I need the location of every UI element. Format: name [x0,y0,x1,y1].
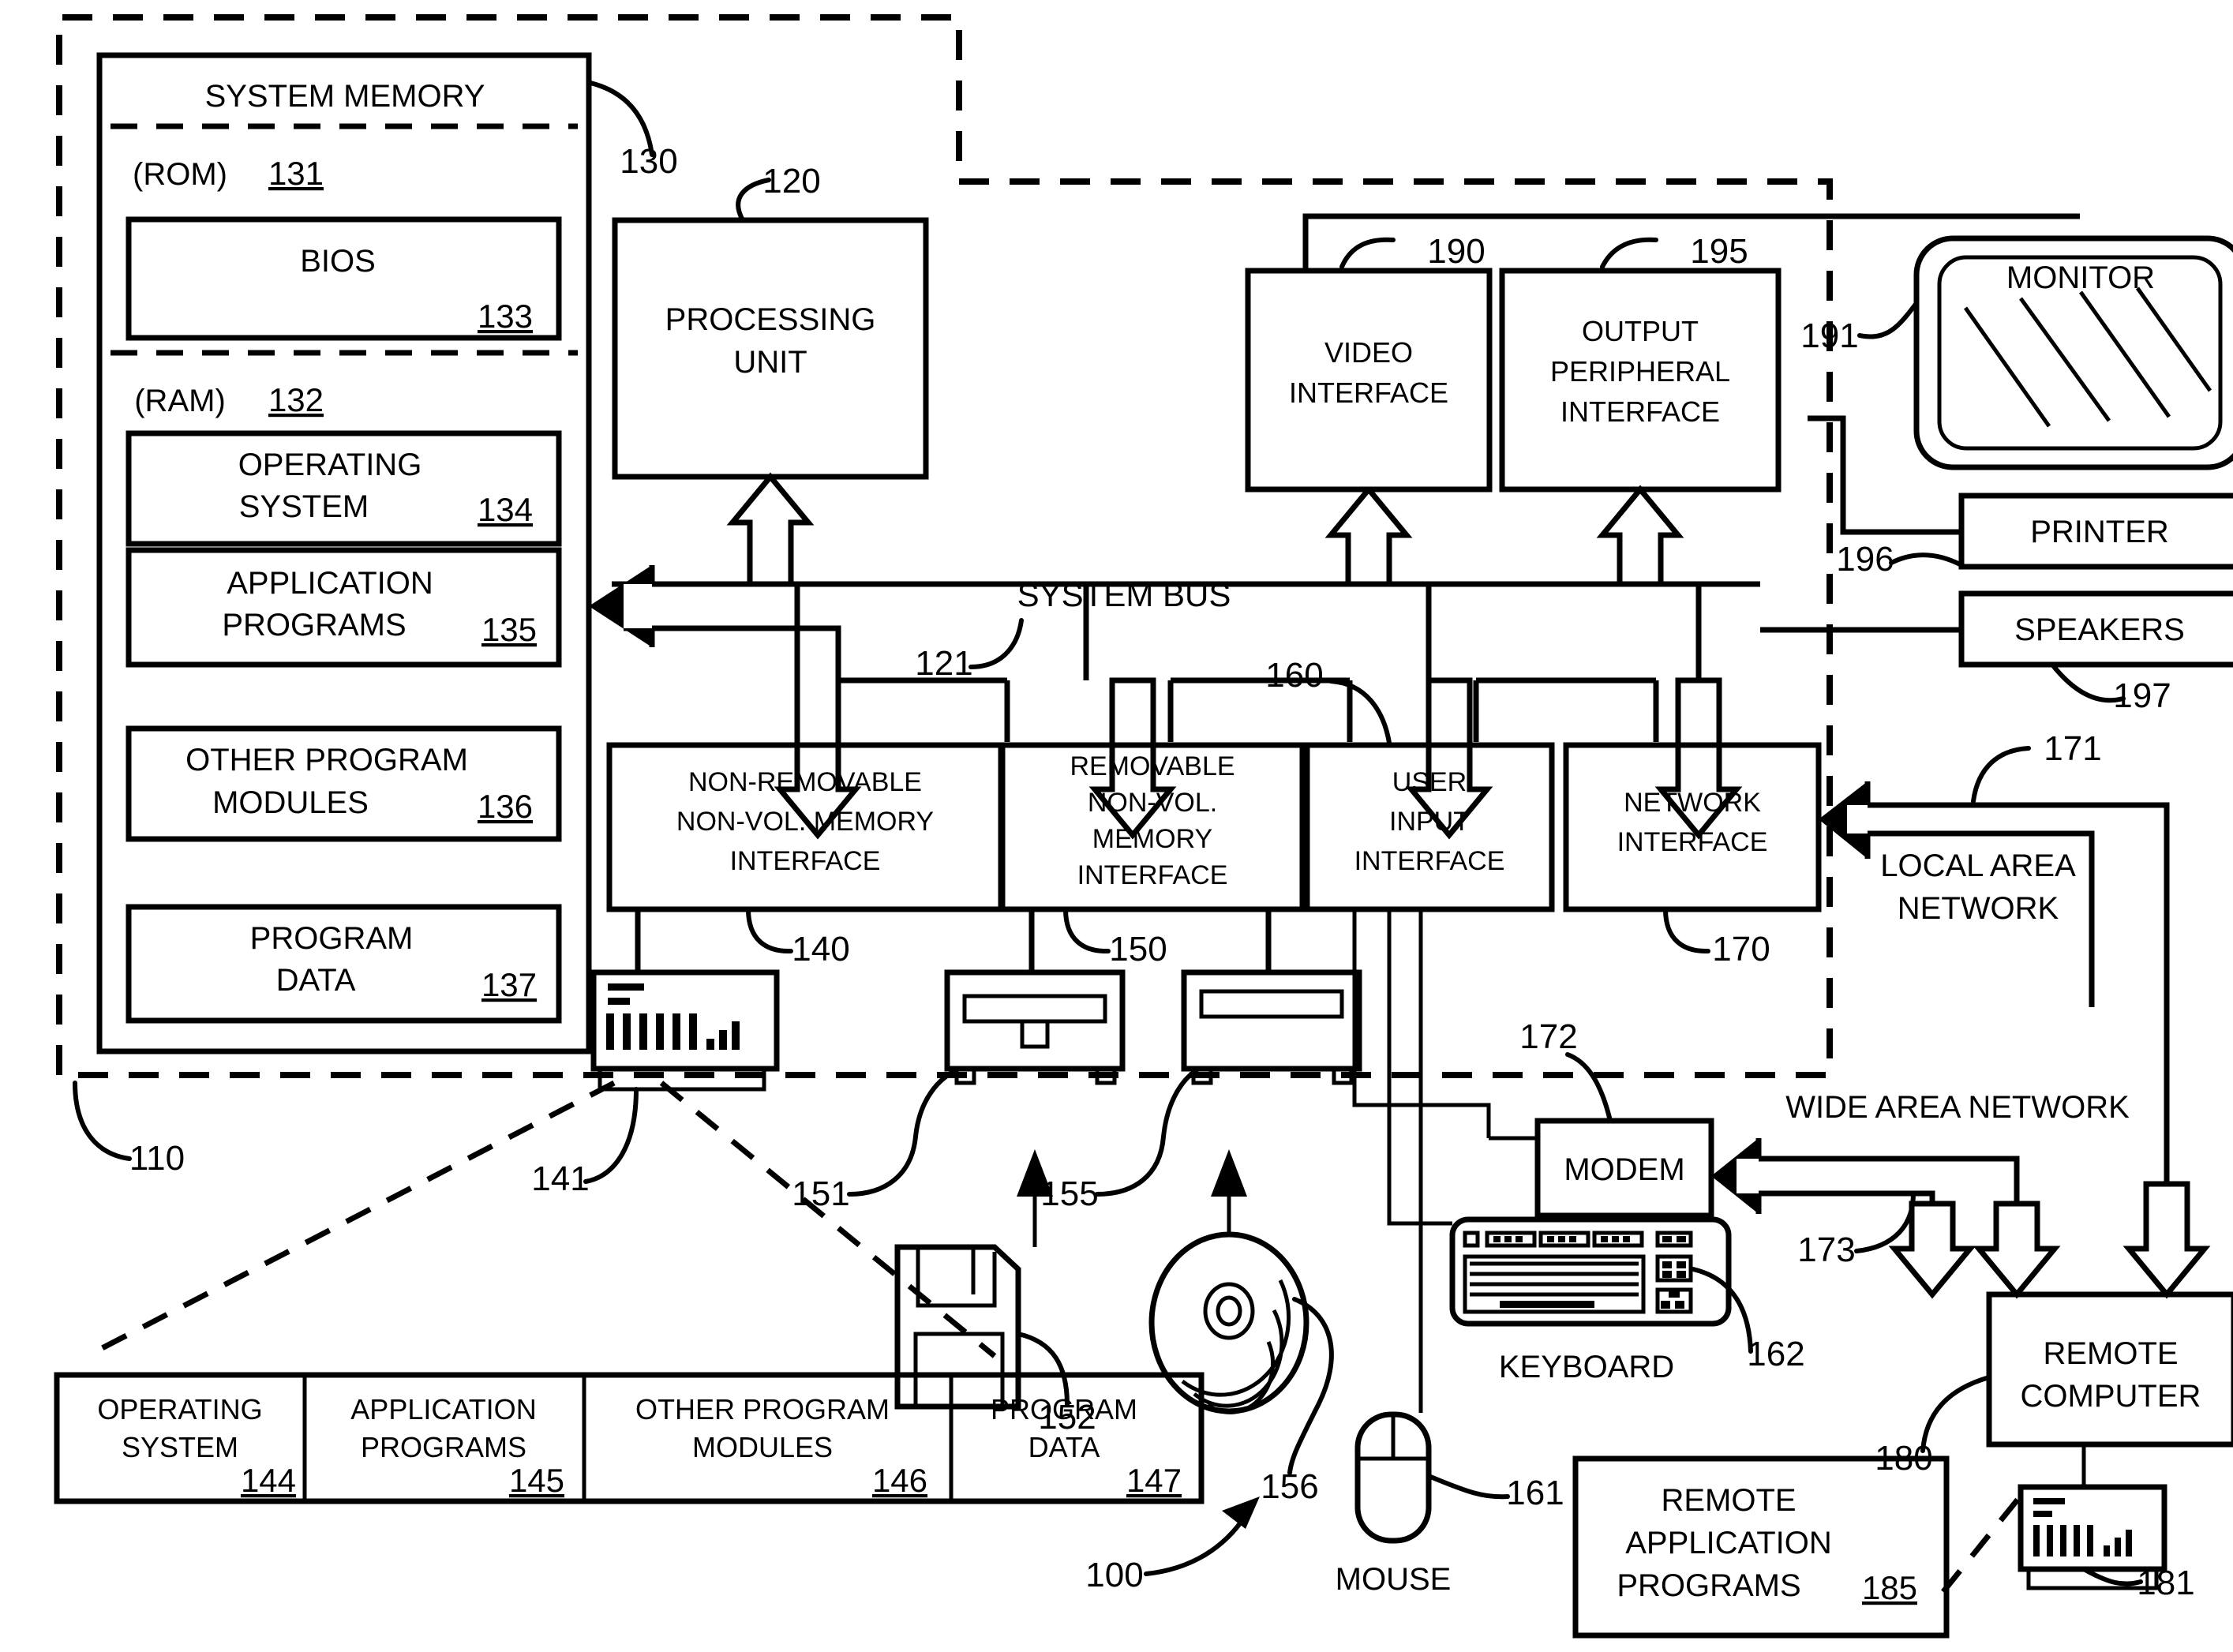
ref-170: 170 [1712,930,1770,968]
output-peripheral-line1: OUTPUT [1582,315,1699,347]
table-cell-0-line2: SYSTEM [122,1431,238,1463]
user-input-line1: USER [1392,767,1467,797]
ram-os-line1: OPERATING [238,448,422,482]
ref-146: 146 [872,1462,927,1499]
nonremovable-line2: NON-VOL. MEMORY [676,807,934,837]
output-peripheral-line2: PERIPHERAL [1550,355,1730,388]
ref-137: 137 [481,966,537,1003]
removable-line2: NON-VOL. [1088,788,1217,818]
printer-label: PRINTER [2030,515,2169,549]
ref-133: 133 [478,298,533,335]
ref-173: 173 [1797,1231,1855,1269]
remote-computer-line1: REMOTE [2043,1336,2178,1371]
ref-150: 150 [1109,930,1167,968]
table-cell-1-line1: APPLICATION [350,1393,536,1425]
ref-191: 191 [1800,317,1858,355]
ref-120: 120 [762,162,820,200]
system-bus-label: SYSTEM BUS [1017,576,1231,613]
bios-label: BIOS [300,244,376,279]
remote-apps-line2: APPLICATION [1625,1526,1832,1560]
nonremovable-line3: INTERFACE [730,846,881,876]
ref-155: 155 [1040,1174,1098,1213]
network-interface-line1: NETWORK [1624,788,1761,818]
table-cell-2-line2: MODULES [692,1431,833,1463]
ref-151: 151 [792,1174,849,1213]
ram-data-line2: DATA [276,963,356,998]
rom-label: (ROM) [133,157,227,192]
ref-162: 162 [1747,1335,1804,1373]
remote-computer-line2: COMPUTER [2021,1379,2201,1414]
removable-line4: INTERFACE [1077,860,1228,890]
lan-line2: NETWORK [1898,891,2059,926]
ram-data-line1: PROGRAM [250,921,414,956]
ref-197: 197 [2113,676,2171,715]
ram-os-line2: SYSTEM [239,489,369,524]
ref-131: 131 [268,155,324,192]
user-input-line3: INTERFACE [1354,846,1505,876]
mouse-label: MOUSE [1336,1562,1452,1597]
ref-171: 171 [2044,729,2101,768]
ram-modules-line2: MODULES [212,785,369,820]
ref-145: 145 [509,1462,564,1499]
video-interface-line2: INTERFACE [1289,376,1448,409]
ref-156: 156 [1261,1467,1318,1506]
ref-140: 140 [792,930,849,968]
modem-label: MODEM [1564,1152,1684,1187]
ref-144: 144 [241,1462,296,1499]
ref-180: 180 [1875,1439,1932,1478]
keyboard-label: KEYBOARD [1499,1350,1674,1384]
ram-label: (RAM) [134,384,226,418]
ref-161: 161 [1506,1474,1564,1512]
ref-132: 132 [268,381,324,418]
ref-110: 110 [129,1139,185,1178]
ref-135: 135 [481,611,537,648]
lan-line1: LOCAL AREA [1880,848,2076,883]
processing-unit-line2: UNIT [733,345,807,380]
ref-136: 136 [478,788,533,825]
ram-apps-line1: APPLICATION [227,566,433,601]
processing-unit-line1: PROCESSING [665,302,876,337]
ref-141: 141 [531,1159,589,1198]
ref-185: 185 [1862,1569,1917,1606]
nonremovable-line1: NON-REMOVABLE [688,767,922,797]
system-memory-title: SYSTEM MEMORY [205,79,485,114]
ref-190: 190 [1427,232,1485,271]
ref-160: 160 [1265,656,1323,695]
ref-134: 134 [478,491,533,528]
video-interface-line1: VIDEO [1324,336,1413,369]
table-cell-1-line2: PROGRAMS [361,1431,526,1463]
ram-apps-line2: PROGRAMS [222,608,406,642]
speakers-label: SPEAKERS [2014,612,2185,647]
user-input-line2: INPUT [1389,807,1470,837]
output-peripheral-line3: INTERFACE [1560,395,1720,428]
ref-100: 100 [1085,1556,1143,1594]
remote-apps-line1: REMOTE [1661,1483,1796,1518]
removable-line1: REMOVABLE [1070,751,1235,781]
network-interface-line2: INTERFACE [1617,827,1768,857]
remote-apps-line3: PROGRAMS [1617,1568,1800,1603]
ref-181: 181 [2137,1564,2194,1602]
ref-121: 121 [915,644,972,683]
ram-modules-line1: OTHER PROGRAM [185,743,468,777]
monitor-label: MONITOR [2006,260,2155,295]
ref-196: 196 [1836,540,1894,579]
wan-label: WIDE AREA NETWORK [1785,1090,2130,1125]
ref-130: 130 [620,142,677,181]
ref-195: 195 [1690,232,1748,271]
table-cell-2-line1: OTHER PROGRAM [635,1393,890,1425]
ref-147: 147 [1126,1462,1182,1499]
patent-figure-computing-environment: SYSTEM MEMORY 130 (ROM) 131 BIOS 133 (RA… [0,0,2233,1652]
removable-line3: MEMORY [1092,824,1212,854]
table-cell-3-line2: DATA [1028,1431,1100,1463]
table-cell-3-line1: PROGRAM [991,1393,1137,1425]
table-cell-0-line1: OPERATING [97,1393,262,1425]
ref-172: 172 [1519,1017,1577,1056]
